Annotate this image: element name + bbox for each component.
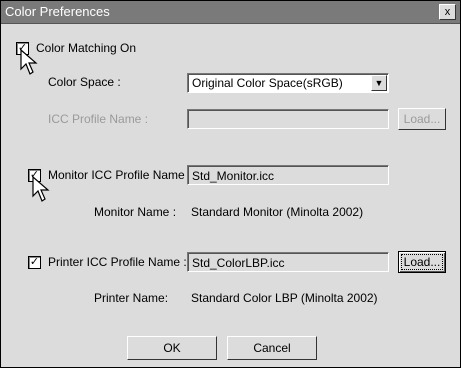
color-space-select[interactable]: Original Color Space(sRGB) ▼ <box>187 73 389 93</box>
monitor-icc-label[interactable]: Monitor ICC Profile Name : <box>48 168 191 182</box>
printer-icc-label[interactable]: Printer ICC Profile Name : <box>48 255 187 269</box>
printer-profile-field: Std_ColorLBP.icc <box>187 252 389 272</box>
chevron-down-icon[interactable]: ▼ <box>371 75 387 91</box>
monitor-name-label: Monitor Name : <box>94 205 177 219</box>
printer-icc-checkbox[interactable]: ✓ <box>28 256 41 269</box>
mouse-pointer-icon <box>20 49 38 75</box>
close-button[interactable]: x <box>439 4 456 20</box>
color-space-value: Original Color Space(sRGB) <box>192 76 343 90</box>
printer-name-label: Printer Name: <box>94 291 169 305</box>
color-preferences-dialog: Color Preferences x ✓ Color Matching On … <box>0 0 461 368</box>
color-matching-label[interactable]: Color Matching On <box>36 41 136 55</box>
icc-load-button: Load... <box>398 108 446 130</box>
icc-profile-field <box>187 109 389 129</box>
ok-button[interactable]: OK <box>127 336 217 360</box>
title-bar[interactable]: Color Preferences x <box>1 1 460 24</box>
printer-name-value: Standard Color LBP (Minolta 2002) <box>191 291 378 305</box>
cancel-button[interactable]: Cancel <box>227 336 317 360</box>
icc-profile-label: ICC Profile Name : <box>48 112 149 126</box>
monitor-profile-field: Std_Monitor.icc <box>187 165 389 185</box>
dialog-title: Color Preferences <box>5 4 110 19</box>
printer-load-button[interactable]: Load... <box>398 251 446 273</box>
color-space-label: Color Space : <box>48 75 121 89</box>
mouse-pointer-icon <box>32 176 50 202</box>
monitor-name-value: Standard Monitor (Minolta 2002) <box>191 205 364 219</box>
